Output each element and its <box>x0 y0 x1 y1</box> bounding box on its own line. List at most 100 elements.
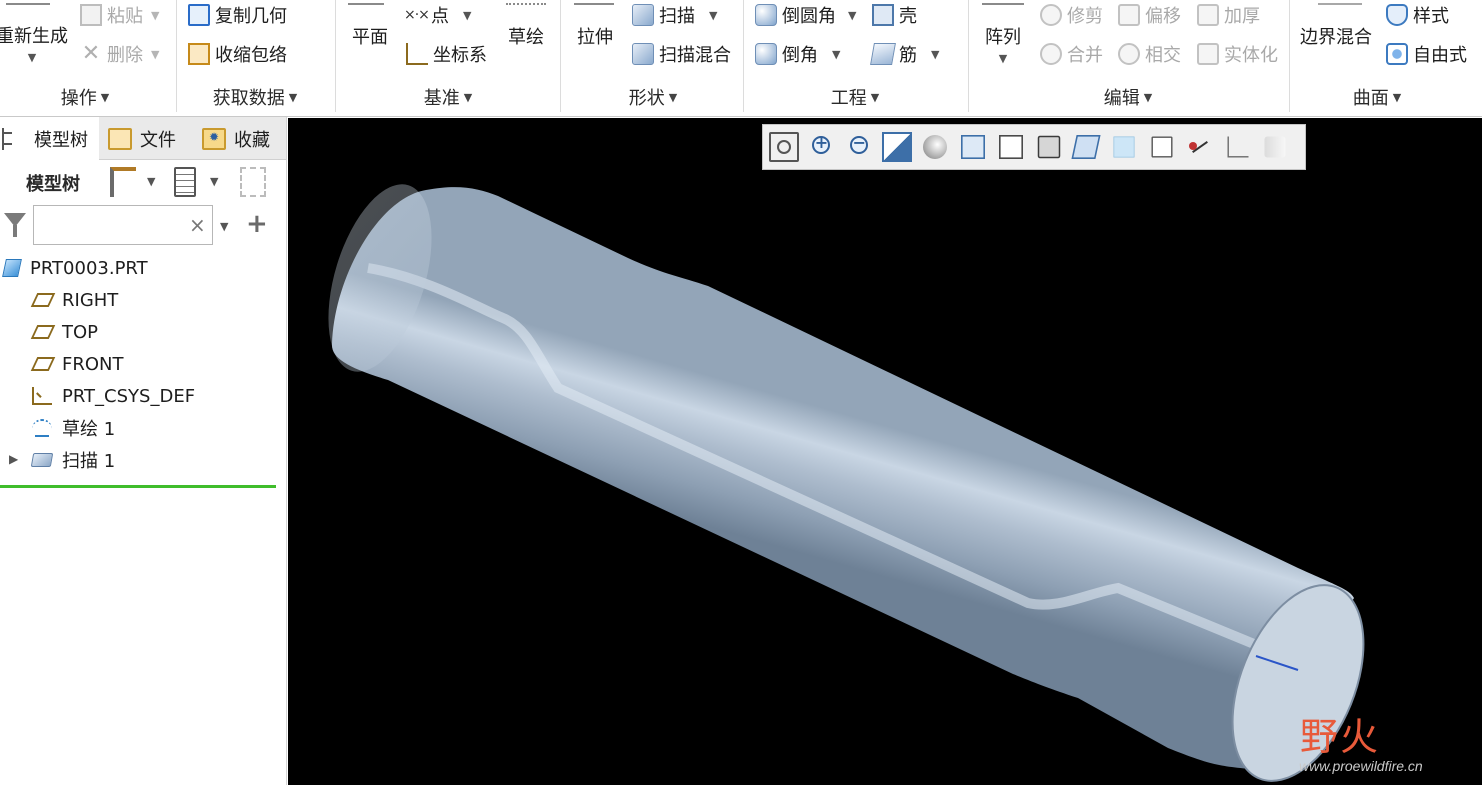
chevron-down-icon: ▼ <box>848 8 857 22</box>
add-icon[interactable]: + <box>246 209 268 239</box>
expand-arrow-icon[interactable]: ▶ <box>9 452 18 466</box>
zoom-in-icon[interactable] <box>807 132 837 162</box>
model-3d-view[interactable] <box>288 118 1482 785</box>
point-button[interactable]: ×·× 点 ▼ <box>404 1 471 29</box>
chamfer-button[interactable]: 倒角 ▼ <box>755 40 840 68</box>
group-divider <box>968 0 969 112</box>
perspective-view-icon[interactable] <box>1037 135 1060 159</box>
datum-plane-icon <box>30 357 56 371</box>
solidify-button[interactable]: 实体化 <box>1197 40 1278 68</box>
sketch-button[interactable]: 草绘 <box>508 23 544 49</box>
solidify-icon <box>1197 43 1219 65</box>
style-button[interactable]: 样式 <box>1386 1 1449 29</box>
tree-node-right[interactable]: RIGHT <box>30 285 118 315</box>
tab-model-tree[interactable]: 模型树 <box>0 117 99 160</box>
copy-geometry-button[interactable]: 复制几何 <box>188 1 287 29</box>
freestyle-icon <box>1386 43 1408 65</box>
group-editing-label: 编辑 <box>1103 88 1140 109</box>
shell-button[interactable]: 壳 <box>872 1 917 29</box>
tab-favorites[interactable]: 收藏 <box>202 117 274 160</box>
zoom-out-icon[interactable] <box>845 132 875 162</box>
tube-surface[interactable] <box>331 187 1354 770</box>
group-engineering[interactable]: 工程 ▼ <box>800 86 910 109</box>
tree-settings-icon[interactable] <box>110 167 136 197</box>
freestyle-button[interactable]: 自由式 <box>1386 40 1467 68</box>
csys-icon <box>406 43 428 65</box>
intersect-icon <box>1118 43 1140 65</box>
tree-filter-disabled-icon <box>240 167 266 197</box>
csys-display-icon[interactable] <box>1227 136 1249 158</box>
insert-here-marker[interactable] <box>0 485 276 488</box>
tree-node-part[interactable]: PRT0003.PRT <box>2 253 148 283</box>
group-datum[interactable]: 基准 ▼ <box>393 86 503 109</box>
chevron-down-icon[interactable]: ▼ <box>210 175 218 188</box>
csys-label: 坐标系 <box>433 45 487 66</box>
extrude-button[interactable]: 拉伸 <box>577 23 613 49</box>
plane-label: 平面 <box>352 27 388 48</box>
repaint-icon[interactable] <box>882 132 913 162</box>
watermark-url: www.proewildfire.cn <box>1299 758 1423 774</box>
swept-blend-button[interactable]: 扫描混合 <box>632 40 731 68</box>
shrinkwrap-button[interactable]: 收缩包络 <box>188 40 287 68</box>
offset-button[interactable]: 偏移 <box>1118 1 1181 29</box>
group-shapes[interactable]: 形状 ▼ <box>598 86 708 109</box>
chevron-down-icon[interactable]: ▼ <box>220 220 228 233</box>
thicken-button[interactable]: 加厚 <box>1197 1 1260 29</box>
rib-button[interactable]: 筋 ▼ <box>870 40 939 68</box>
tree-node-sketch[interactable]: 草绘 1 <box>32 413 115 443</box>
zoom-fit-icon[interactable] <box>769 132 799 162</box>
thicken-label: 加厚 <box>1224 6 1260 27</box>
saved-views-icon[interactable] <box>960 135 985 159</box>
appearance-icon[interactable] <box>1264 136 1286 158</box>
show-columns-icon[interactable] <box>174 167 196 197</box>
model-tree-icon <box>2 127 26 150</box>
group-datum-label: 基准 <box>423 88 460 109</box>
delete-button[interactable]: ✕ 删除 ▼ <box>80 40 160 68</box>
tree-search-input[interactable] <box>33 205 213 245</box>
tree-node-label: PRT0003.PRT <box>30 257 148 279</box>
tree-node-top[interactable]: TOP <box>30 317 98 347</box>
chevron-down-icon: ▼ <box>288 90 298 104</box>
tree-node-front[interactable]: FRONT <box>30 349 124 379</box>
sweep-button[interactable]: 扫描 ▼ <box>632 1 717 29</box>
chevron-down-icon: ▼ <box>463 90 473 104</box>
delete-label: 删除 <box>107 45 143 66</box>
filter-icon[interactable] <box>4 213 26 237</box>
boundary-blend-button[interactable]: 边界混合 <box>1300 23 1372 49</box>
chevron-down-icon: ▼ <box>151 47 160 61</box>
tree-node-label: 草绘 1 <box>62 419 116 440</box>
merge-button[interactable]: 合并 <box>1040 40 1103 68</box>
datum-display-icon[interactable] <box>1113 136 1135 158</box>
group-operations[interactable]: 操作 ▼ <box>30 86 140 109</box>
paste-button[interactable]: 粘贴 ▼ <box>80 1 159 29</box>
saved-orientations-icon[interactable] <box>923 135 948 159</box>
display-style-icon[interactable] <box>998 135 1023 159</box>
tree-node-csys[interactable]: PRT_CSYS_DEF <box>32 381 195 411</box>
sketch-icon <box>32 419 52 437</box>
chevron-down-icon: ▼ <box>668 90 678 104</box>
regenerate-button[interactable]: 重新生成 ▼ <box>0 22 68 64</box>
graphics-window[interactable]: 野火 www.proewildfire.cn <box>288 118 1482 785</box>
rib-icon <box>870 43 896 65</box>
group-divider <box>335 0 336 112</box>
group-surfaces[interactable]: 曲面 ▼ <box>1322 86 1432 109</box>
clear-icon[interactable]: × <box>189 213 206 237</box>
spin-center-icon[interactable] <box>1185 132 1215 162</box>
annotation-display-icon[interactable] <box>1151 136 1173 158</box>
round-button[interactable]: 倒圆角 ▼ <box>755 1 856 29</box>
swept-tube[interactable] <box>309 172 1390 785</box>
copy-geometry-icon <box>188 4 210 26</box>
group-get-data[interactable]: 获取数据 ▼ <box>200 86 310 109</box>
group-editing[interactable]: 编辑 ▼ <box>1073 86 1183 109</box>
chevron-down-icon[interactable]: ▼ <box>147 175 155 188</box>
pattern-button[interactable]: 阵列 ▼ <box>985 23 1021 65</box>
intersect-button[interactable]: 相交 <box>1118 40 1181 68</box>
ribbon: 重新生成 ▼ 粘贴 ▼ ✕ 删除 ▼ 操作 ▼ 复制几何 收缩包络 获取数据 ▼ 平… <box>0 0 1482 117</box>
trim-button[interactable]: 修剪 <box>1040 1 1103 29</box>
tree-node-sweep[interactable]: 扫描 1 <box>30 445 115 475</box>
section-icon[interactable] <box>1071 135 1101 159</box>
tab-files[interactable]: 文件 <box>108 117 196 160</box>
swept-blend-icon <box>632 43 654 65</box>
csys-button[interactable]: 坐标系 <box>406 40 487 68</box>
plane-button[interactable]: 平面 <box>352 23 388 49</box>
